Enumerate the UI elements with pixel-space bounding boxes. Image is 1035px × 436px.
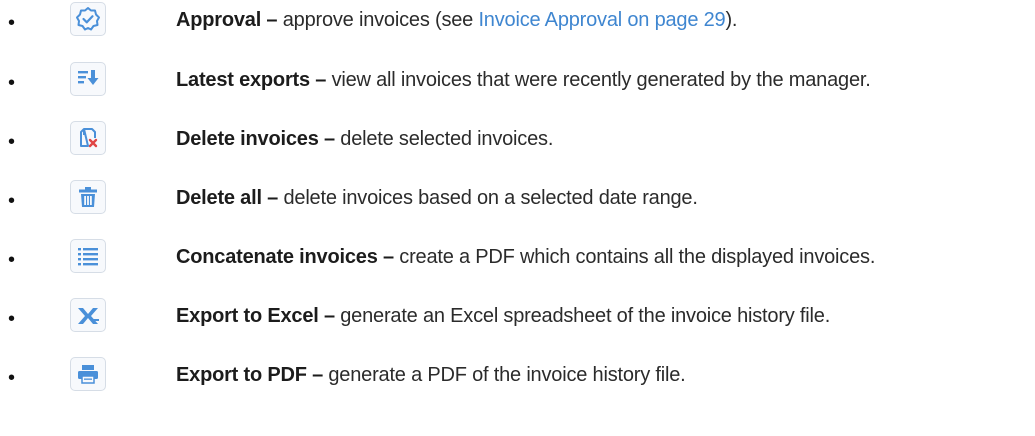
item-text: Concatenate invoices – create a PDF whic… bbox=[176, 246, 875, 268]
approval-badge-icon bbox=[70, 2, 106, 36]
list-icon bbox=[70, 239, 106, 273]
item-text: Delete all – delete invoices based on a … bbox=[176, 187, 698, 209]
item-desc: approve invoices (see bbox=[282, 9, 474, 31]
bullet: • bbox=[8, 249, 16, 271]
bullet: • bbox=[8, 367, 16, 389]
item-desc: delete selected invoices. bbox=[340, 128, 554, 150]
list-item-approval: • Approval – approve invoices (see Invoi… bbox=[0, 0, 1035, 40]
bullet: • bbox=[8, 190, 16, 212]
item-desc: delete invoices based on a selected date… bbox=[283, 187, 698, 209]
item-text: Delete invoices – delete selected invoic… bbox=[176, 128, 553, 150]
list-item-export-pdf: • Export to PDF – generate a PDF of the … bbox=[0, 355, 1035, 395]
list-item-concatenate-invoices: • Concatenate invoices – create a PDF wh… bbox=[0, 237, 1035, 277]
invoice-approval-link[interactable]: Invoice Approval on page 29 bbox=[478, 9, 725, 31]
latest-exports-icon bbox=[70, 62, 106, 96]
bullet: • bbox=[8, 308, 16, 330]
list-item-delete-all: • Delete all – delete invoices based on … bbox=[0, 178, 1035, 218]
item-title: Latest exports – bbox=[176, 69, 327, 91]
list-item-latest-exports: • Latest exports – view all invoices tha… bbox=[0, 60, 1035, 100]
item-desc: generate an Excel spreadsheet of the inv… bbox=[340, 305, 831, 327]
bullet: • bbox=[8, 131, 16, 153]
list-item-export-excel: • Export to Excel – generate an Excel sp… bbox=[0, 296, 1035, 336]
item-text: Export to PDF – generate a PDF of the in… bbox=[176, 364, 686, 386]
item-title: Concatenate invoices – bbox=[176, 246, 394, 268]
item-desc-suffix: ). bbox=[725, 9, 738, 31]
item-text: Approval – approve invoices (see Invoice… bbox=[176, 9, 737, 31]
printer-icon bbox=[70, 357, 106, 391]
item-text: Export to Excel – generate an Excel spre… bbox=[176, 305, 830, 327]
item-title: Delete invoices – bbox=[176, 128, 335, 150]
item-desc: create a PDF which contains all the disp… bbox=[399, 246, 876, 268]
item-title: Approval – bbox=[176, 9, 278, 31]
bullet: • bbox=[8, 12, 16, 34]
bullet: • bbox=[8, 72, 16, 94]
item-desc: view all invoices that were recently gen… bbox=[331, 69, 871, 91]
item-desc: generate a PDF of the invoice history fi… bbox=[328, 364, 686, 386]
list-item-delete-invoices: • Delete invoices – delete selected invo… bbox=[0, 119, 1035, 159]
delete-invoices-icon bbox=[70, 121, 106, 155]
item-title: Delete all – bbox=[176, 187, 279, 209]
item-title: Export to PDF – bbox=[176, 364, 324, 386]
trash-icon bbox=[70, 180, 106, 214]
item-text: Latest exports – view all invoices that … bbox=[176, 69, 871, 91]
item-title: Export to Excel – bbox=[176, 305, 335, 327]
excel-icon bbox=[70, 298, 106, 332]
